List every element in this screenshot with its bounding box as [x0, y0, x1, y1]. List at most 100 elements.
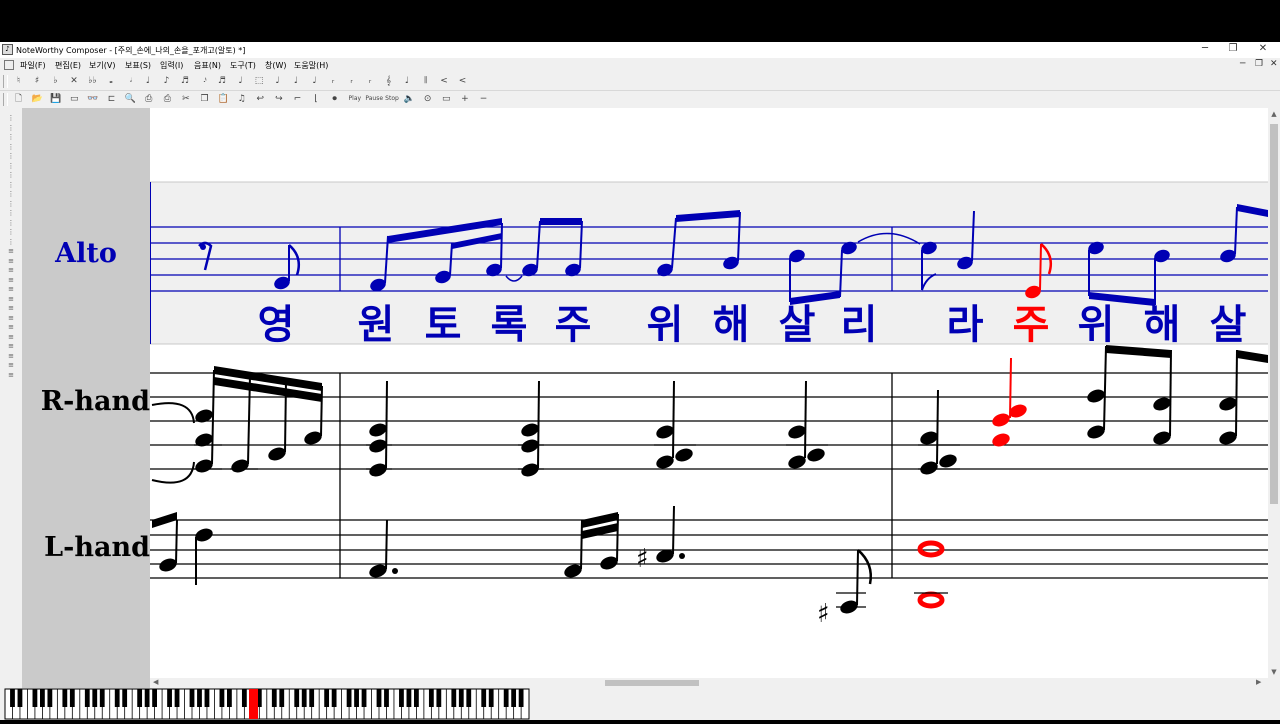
- note-toolbar-button-8[interactable]: ♪: [160, 75, 173, 87]
- piano-black-key[interactable]: [406, 689, 412, 707]
- note-toolbar-button-22[interactable]: 𝄂: [419, 75, 432, 87]
- main-toolbar-button-12[interactable]: ♫: [235, 93, 248, 105]
- piano-black-key[interactable]: [436, 689, 442, 707]
- vertical-scroll-thumb[interactable]: [1270, 124, 1278, 504]
- mdi-minimize-button[interactable]: ─: [1240, 59, 1245, 69]
- piano-black-key[interactable]: [62, 689, 68, 707]
- palette-item-icon[interactable]: ≡: [4, 257, 18, 265]
- note-toolbar-button-10[interactable]: 𝅘𝅥𝅯: [197, 75, 213, 87]
- main-toolbar-button-15[interactable]: ⌐: [291, 93, 304, 105]
- palette-item-icon[interactable]: ≡: [4, 295, 18, 303]
- piano-black-key[interactable]: [271, 689, 277, 707]
- palette-item-icon[interactable]: ⋮: [4, 209, 18, 217]
- maximize-button[interactable]: ❐: [1224, 43, 1242, 54]
- piano-black-key[interactable]: [241, 689, 247, 707]
- note-toolbar-button-11[interactable]: ♬: [216, 75, 229, 87]
- toolbar-grip[interactable]: [3, 93, 8, 106]
- note-toolbar-button-18[interactable]: ᵣ: [345, 75, 358, 87]
- piano-black-key[interactable]: [152, 689, 157, 707]
- note-toolbar-button-15[interactable]: ♩: [290, 75, 303, 87]
- main-toolbar-button-22[interactable]: ⊙: [421, 93, 434, 105]
- palette-item-icon[interactable]: ≡: [4, 304, 18, 312]
- note-toolbar-button-19[interactable]: ᵣ: [364, 75, 377, 87]
- piano-black-key[interactable]: [40, 689, 45, 707]
- note-toolbar-button-24[interactable]: <: [456, 75, 469, 87]
- piano-black-key[interactable]: [309, 689, 315, 707]
- main-toolbar-button-1[interactable]: 📂: [31, 93, 44, 105]
- main-toolbar-button-2[interactable]: 💾: [49, 93, 62, 105]
- mdi-restore-button[interactable]: ❐: [1255, 59, 1263, 69]
- note-toolbar-button-1[interactable]: ♯: [31, 75, 44, 87]
- note-toolbar-button-16[interactable]: ♩: [308, 75, 321, 87]
- menu-help[interactable]: 도움말(H): [294, 60, 328, 71]
- main-toolbar-button-8[interactable]: ⎙: [161, 93, 174, 105]
- main-toolbar-button-7[interactable]: ⎙: [142, 93, 155, 105]
- palette-item-icon[interactable]: ⋮: [4, 133, 18, 141]
- scroll-down-icon[interactable]: ▼: [1268, 668, 1280, 678]
- note-toolbar-button-21[interactable]: ♩: [401, 75, 414, 87]
- mdi-close-button[interactable]: ✕: [1270, 59, 1278, 69]
- piano-black-key[interactable]: [466, 689, 472, 707]
- menu-file[interactable]: 파일(F): [20, 60, 46, 71]
- palette-item-icon[interactable]: ⋮: [4, 238, 18, 246]
- main-toolbar-button-18[interactable]: Play: [347, 93, 363, 105]
- piano-black-key[interactable]: [346, 689, 352, 707]
- menu-notes[interactable]: 음표(N): [194, 60, 221, 71]
- piano-black-key[interactable]: [99, 689, 105, 707]
- piano-black-key[interactable]: [294, 689, 300, 707]
- piano-black-key[interactable]: [189, 689, 195, 707]
- staff-label-alto[interactable]: Alto: [22, 238, 150, 269]
- main-toolbar-button-13[interactable]: ↩: [254, 93, 267, 105]
- piano-black-key[interactable]: [451, 689, 457, 707]
- palette-item-icon[interactable]: ≡: [4, 247, 18, 255]
- note-toolbar-button-7[interactable]: ♩: [142, 75, 155, 87]
- vertical-scrollbar[interactable]: ▲ ▼: [1268, 108, 1280, 680]
- horizontal-scrollbar[interactable]: ◀ ▶: [150, 678, 1268, 688]
- piano-black-key[interactable]: [518, 689, 524, 707]
- main-toolbar-button-4[interactable]: 👓: [86, 93, 99, 105]
- palette-item-icon[interactable]: ⋮: [4, 200, 18, 208]
- piano-black-key[interactable]: [503, 689, 509, 707]
- piano-black-key[interactable]: [47, 689, 53, 707]
- main-toolbar-button-21[interactable]: 🔈: [403, 93, 416, 105]
- main-toolbar-button-9[interactable]: ✂: [179, 93, 192, 105]
- piano-black-key[interactable]: [331, 689, 337, 707]
- staff-label-rhand[interactable]: R-hand: [22, 386, 150, 417]
- piano-key-highlighted[interactable]: [249, 689, 258, 719]
- piano-black-key[interactable]: [197, 689, 202, 707]
- main-toolbar-button-19[interactable]: Pause: [365, 93, 383, 105]
- note-toolbar-button-2[interactable]: ♭: [49, 75, 62, 87]
- document-icon[interactable]: [4, 60, 14, 70]
- palette-item-icon[interactable]: ⋮: [4, 114, 18, 122]
- piano-black-key[interactable]: [481, 689, 487, 707]
- scroll-up-icon[interactable]: ▲: [1268, 110, 1280, 120]
- palette-item-icon[interactable]: ≡: [4, 323, 18, 331]
- piano-black-key[interactable]: [174, 689, 180, 707]
- palette-item-icon[interactable]: ≡: [4, 266, 18, 274]
- note-toolbar-button-3[interactable]: ✕: [68, 75, 81, 87]
- piano-black-key[interactable]: [488, 689, 494, 707]
- menu-tools[interactable]: 도구(T): [230, 60, 256, 71]
- piano-black-key[interactable]: [84, 689, 90, 707]
- piano-black-key[interactable]: [361, 689, 367, 707]
- main-toolbar-button-10[interactable]: ❐: [198, 93, 211, 105]
- main-toolbar-button-16[interactable]: ⌊: [310, 93, 323, 105]
- piano-black-key[interactable]: [69, 689, 75, 707]
- piano-black-key[interactable]: [279, 689, 285, 707]
- piano-black-key[interactable]: [204, 689, 210, 707]
- note-toolbar-button-4[interactable]: ♭♭: [86, 75, 99, 87]
- palette-item-icon[interactable]: ⋮: [4, 190, 18, 198]
- score-page[interactable]: 영 원 토 록 주 위 해 살 리 라 주 위 해 살 ♯ ♯: [150, 108, 1268, 680]
- piano-black-key[interactable]: [458, 689, 464, 707]
- palette-item-icon[interactable]: ≡: [4, 333, 18, 341]
- piano-keyboard[interactable]: [0, 688, 540, 720]
- palette-item-icon[interactable]: ≡: [4, 371, 18, 379]
- toolbar-grip[interactable]: [3, 75, 8, 88]
- piano-black-key[interactable]: [414, 689, 419, 707]
- palette-item-icon[interactable]: ≡: [4, 352, 18, 360]
- piano-black-key[interactable]: [219, 689, 225, 707]
- palette-item-icon[interactable]: ≡: [4, 361, 18, 369]
- main-toolbar-button-25[interactable]: −: [477, 93, 490, 105]
- note-toolbar-button-17[interactable]: ᵣ: [327, 75, 340, 87]
- palette-item-icon[interactable]: ⋮: [4, 152, 18, 160]
